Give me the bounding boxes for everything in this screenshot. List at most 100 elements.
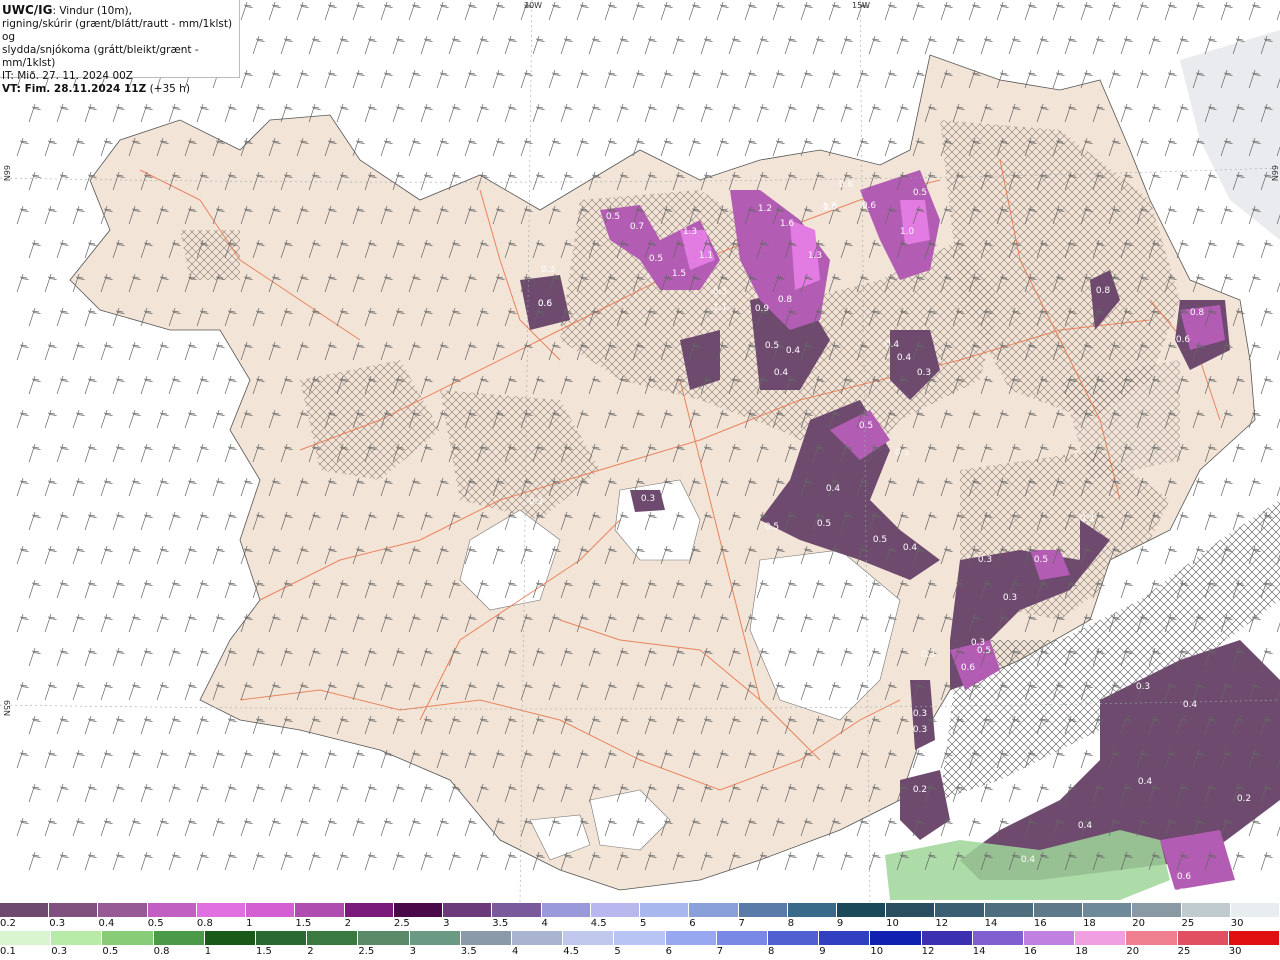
wind-barb xyxy=(420,103,433,123)
legend-swatch xyxy=(1083,903,1133,917)
wind-barb xyxy=(212,613,225,633)
precip-value-label: 0.6 xyxy=(1177,872,1192,882)
legend-label: 9 xyxy=(819,946,826,957)
precip-value-label: 0.3 xyxy=(1003,593,1017,603)
wind-barb xyxy=(1036,783,1049,803)
wind-barb xyxy=(700,35,713,55)
wind-barb xyxy=(856,69,869,89)
legend-swatch xyxy=(563,931,615,945)
wind-barb xyxy=(56,443,69,463)
wind-barb xyxy=(156,477,169,497)
wind-barb xyxy=(196,511,209,531)
precip-value-label: 0.7 xyxy=(630,222,644,232)
wind-barb xyxy=(868,103,881,123)
init-time: IT: Mið. 27. 11. 2024 00Z xyxy=(2,70,133,82)
wind-barb xyxy=(72,613,85,633)
precip-value-label: 0.5 xyxy=(859,421,873,431)
wind-barb xyxy=(716,1,729,21)
wind-barb xyxy=(420,783,433,803)
wind-barb xyxy=(28,375,41,395)
legend-swatch xyxy=(921,931,973,945)
precip-value-label: 0.3 xyxy=(529,497,543,507)
wind-barb xyxy=(800,1,813,21)
wind-barb xyxy=(72,545,85,565)
wind-barb xyxy=(56,783,69,803)
wind-barb xyxy=(1148,35,1161,55)
precip-value-label: 0.4 xyxy=(903,543,918,553)
wind-barb xyxy=(100,545,113,565)
legend-label: 0.3 xyxy=(51,946,68,957)
wind-barb xyxy=(728,35,741,55)
legend-swatch xyxy=(640,903,690,917)
wind-barb xyxy=(212,409,225,429)
precip-value-label: 0.3 xyxy=(913,709,927,719)
wind-barb xyxy=(1260,239,1273,259)
legend-swatch xyxy=(51,931,103,945)
legend-swatch xyxy=(738,903,788,917)
wind-barb xyxy=(1148,171,1161,191)
legend-swatch xyxy=(870,931,922,945)
wind-barb xyxy=(504,103,517,123)
wind-barb xyxy=(112,103,125,123)
wind-barb xyxy=(968,1,981,21)
wind-barb xyxy=(1052,1,1065,21)
wind-barb xyxy=(464,137,477,157)
wind-barb xyxy=(1136,137,1149,157)
weather-map: 0.30.60.50.70.51.31.51.10.31.11.20.91.31… xyxy=(0,0,1280,902)
wind-barb xyxy=(884,69,897,89)
precip-value-label: 0.3 xyxy=(978,555,992,565)
wind-barb xyxy=(140,715,153,735)
wind-barb xyxy=(56,375,69,395)
wind-barb xyxy=(112,579,125,599)
wind-barb xyxy=(1052,69,1065,89)
legend-label: 20 xyxy=(1126,946,1140,957)
wind-barb xyxy=(128,545,141,565)
wind-barb xyxy=(672,35,685,55)
wind-barb xyxy=(420,171,433,191)
wind-barb xyxy=(56,579,69,599)
legend-label: 0.5 xyxy=(147,918,164,929)
wind-barb xyxy=(1176,239,1189,259)
wind-barb xyxy=(16,137,29,157)
lat-label-left: 66N xyxy=(2,165,11,182)
wind-barb xyxy=(744,137,757,157)
wind-barb xyxy=(28,647,41,667)
wind-barb xyxy=(156,817,169,837)
precip-value-label: 0.5 xyxy=(765,522,779,532)
wind-barb xyxy=(940,1,953,21)
wind-barb xyxy=(84,375,97,395)
precip-value-label: 1.1 xyxy=(713,303,727,313)
wind-barb xyxy=(1220,477,1233,497)
wind-barb xyxy=(28,443,41,463)
precip-value-label: 0.6 xyxy=(538,299,553,309)
wind-barb xyxy=(44,477,57,497)
wind-barb xyxy=(280,783,293,803)
wind-barb xyxy=(156,749,169,769)
legend-label: 8 xyxy=(787,918,795,929)
legend-label: 6 xyxy=(665,946,672,957)
precip-value-label: 0.6 xyxy=(1176,335,1191,345)
precip-value-label: 0.4 xyxy=(1183,700,1198,710)
title-line2: rigning/skúrir (grænt/blátt/rautt - mm/1… xyxy=(2,18,233,43)
wind-barb xyxy=(504,35,517,55)
wind-barb xyxy=(492,69,505,89)
wind-barb xyxy=(884,817,897,837)
precip-value-label: 0.3 xyxy=(1080,514,1094,524)
wind-barb xyxy=(280,35,293,55)
legend-label: 0.3 xyxy=(49,918,66,929)
wind-barb xyxy=(168,715,181,735)
wind-barb xyxy=(672,103,685,123)
wind-barb xyxy=(1204,239,1217,259)
wind-barb xyxy=(784,103,797,123)
wind-barb xyxy=(268,749,281,769)
legend-label: 4.5 xyxy=(563,946,580,957)
legend-swatch xyxy=(1228,931,1280,945)
wind-barb xyxy=(1176,103,1189,123)
legend-label: 0.8 xyxy=(196,918,213,929)
precip-value-label: 1.2 xyxy=(758,204,772,214)
wind-barb xyxy=(168,647,181,667)
wind-barb xyxy=(140,511,153,531)
wind-barb xyxy=(476,35,489,55)
wind-barb xyxy=(212,341,225,361)
wind-barb xyxy=(16,341,29,361)
